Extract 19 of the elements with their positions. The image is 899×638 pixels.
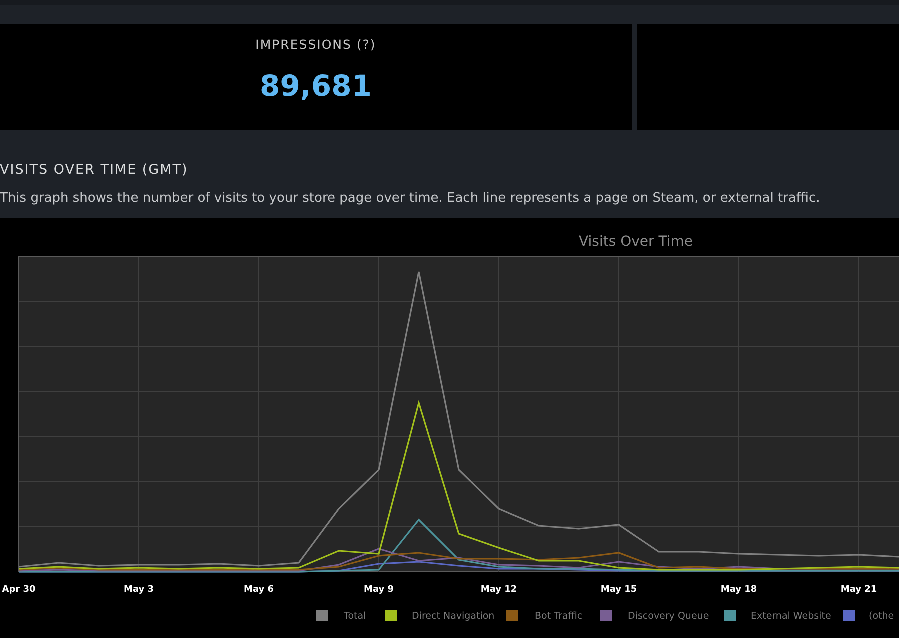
impressions-value: 89,681	[260, 68, 372, 105]
legend-label[interactable]: Direct Navigation	[412, 611, 495, 622]
axis-tick-label: May 21	[840, 585, 878, 595]
chart-title: Visits Over Time	[579, 234, 693, 250]
legend-label[interactable]: Bot Traffic	[535, 611, 583, 622]
legend-label[interactable]: Discovery Queue	[628, 611, 710, 622]
axis-tick-label: May 12	[480, 585, 518, 595]
legend-label[interactable]: (othe	[869, 611, 894, 622]
axis-tick-label: Apr 30	[2, 585, 36, 595]
axis-tick-label: May 9	[364, 585, 394, 595]
axis-tick-label: May 15	[600, 585, 638, 595]
section-description: This graph shows the number of visits to your store page over time. Each line represents a page on Steam, or external traffic.	[0, 190, 822, 208]
legend-label[interactable]: External Website	[751, 611, 832, 622]
legend-label[interactable]: Total	[344, 611, 366, 622]
axis-tick-label: May 6	[244, 585, 274, 595]
section-title: VISITS OVER TIME (GMT)	[0, 161, 190, 180]
impressions-label: IMPRESSIONS (?)	[256, 36, 376, 54]
axis-tick-label: May 18	[720, 585, 758, 595]
axis-tick-label: May 3	[124, 585, 154, 595]
